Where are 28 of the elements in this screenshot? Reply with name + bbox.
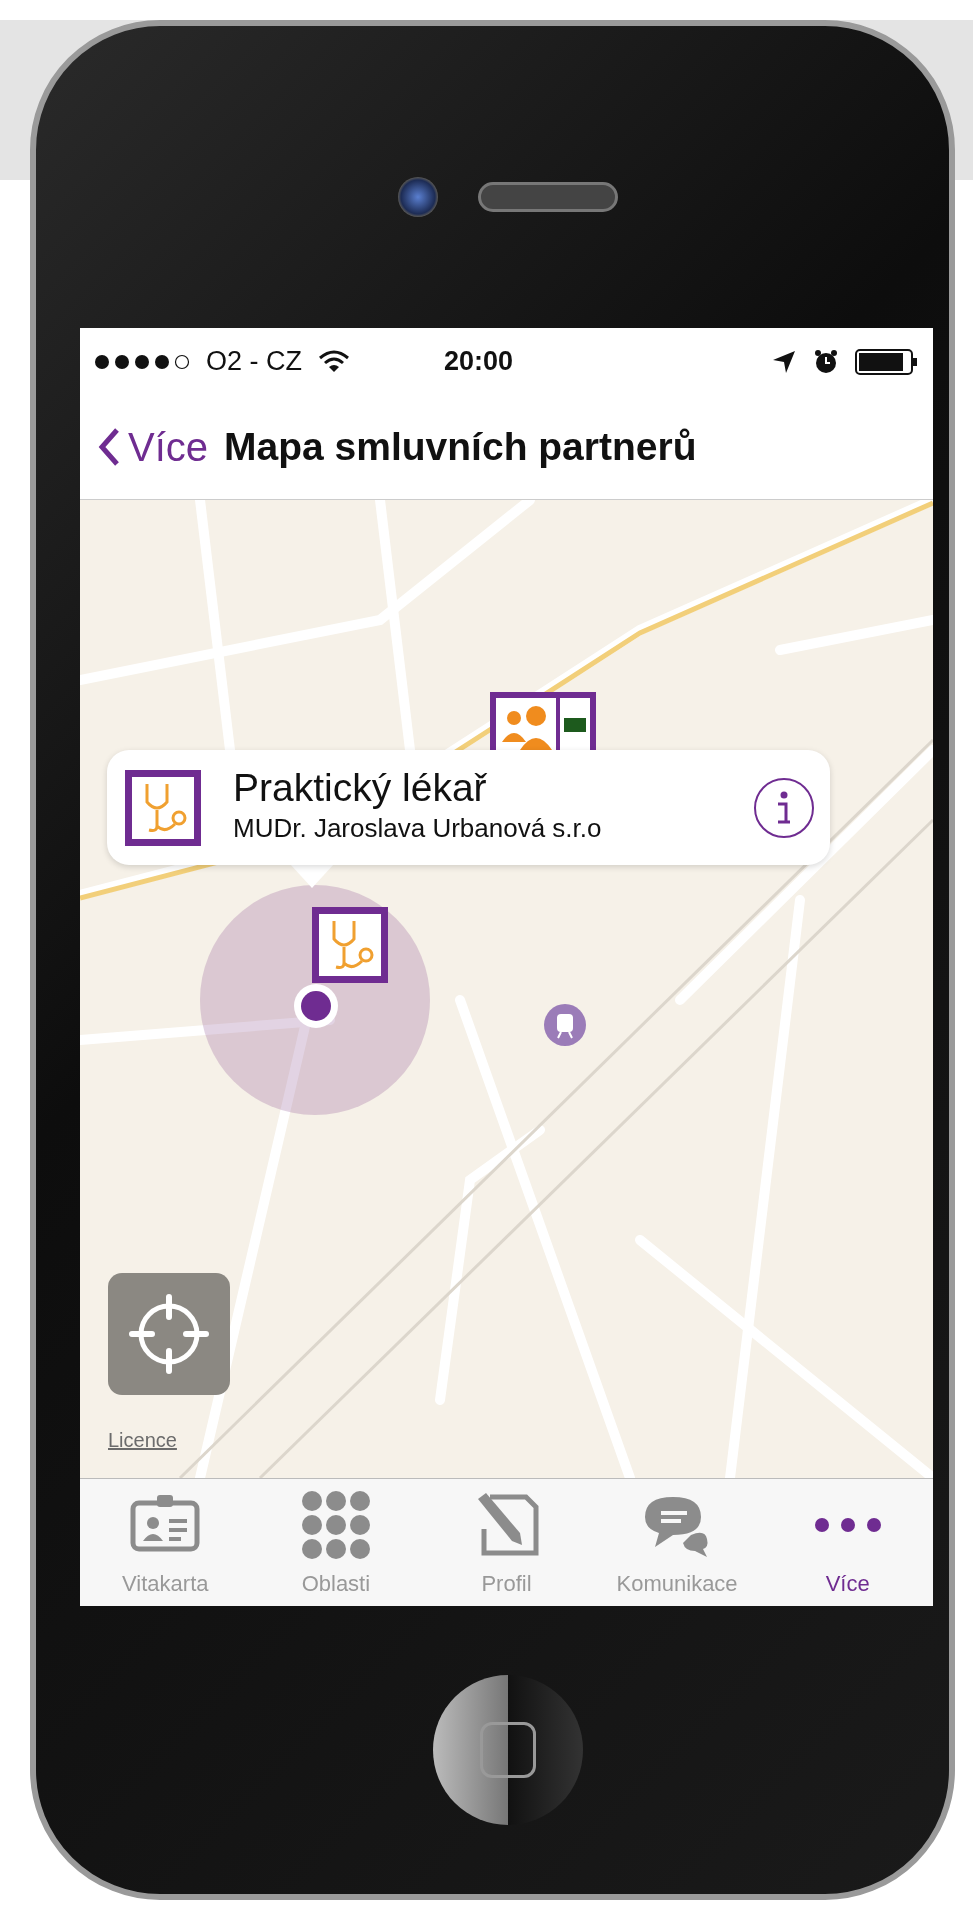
locate-button[interactable] <box>108 1273 230 1395</box>
tab[interactable]: Vitakarta <box>80 1479 251 1606</box>
callout-title: Praktický lékař <box>233 766 488 810</box>
tab[interactable]: Profil <box>421 1479 592 1606</box>
chevron-left-icon <box>98 427 120 467</box>
licence-link[interactable]: Licence <box>108 1425 177 1455</box>
location-dot-icon <box>293 983 339 1029</box>
time-text: 20:00 <box>444 345 514 379</box>
back-button[interactable]: Více <box>98 417 209 477</box>
map-callout[interactable]: Praktický lékař MUDr. Jaroslava Urbanová s.r.o <box>107 750 830 865</box>
stethoscope-marker-icon[interactable] <box>310 905 390 985</box>
more-dots-icon <box>814 1518 881 1532</box>
callout-subtitle: MUDr. Jaroslava Urbanová s.r.o <box>233 812 602 846</box>
battery-icon <box>855 347 919 376</box>
tab[interactable]: Více <box>762 1479 933 1606</box>
speaker-icon <box>477 182 618 212</box>
tab[interactable]: Oblasti <box>250 1479 422 1606</box>
wifi-icon <box>318 349 350 374</box>
camera-icon <box>397 177 438 217</box>
train-station-icon[interactable] <box>543 1003 587 1047</box>
alarm-icon <box>813 348 839 375</box>
stethoscope-icon <box>123 767 203 848</box>
location-arrow-icon <box>771 348 797 375</box>
tab[interactable]: Komunikace <box>591 1479 763 1606</box>
carrier-text: O2 - CZ <box>206 345 302 379</box>
screen-title: Mapa smluvních partnerů <box>224 423 697 470</box>
grid-icon <box>299 1489 372 1561</box>
info-button[interactable] <box>754 777 814 838</box>
